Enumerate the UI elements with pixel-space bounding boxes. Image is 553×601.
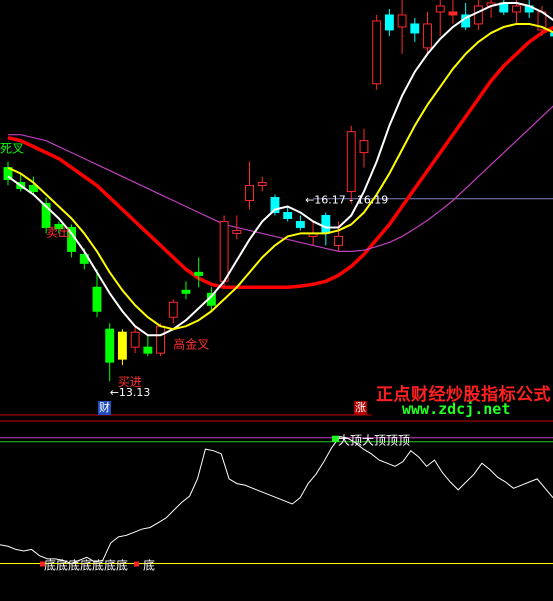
ma-line-red [7,25,553,290]
ma-line-yellow [7,22,553,331]
candle-body [372,20,382,85]
candle-body [92,286,102,312]
label-golden-cross: 高金叉 [173,336,209,351]
candle-body [321,214,331,234]
candle-body [397,14,407,28]
chart-canvas: 死叉卖出高金叉买进←13.13←16.17 - 16.19 大顶大顶顶顶底底底底… [0,0,553,573]
candle-body [219,220,229,282]
candle-body [130,331,140,348]
label-top: 大顶大顶顶顶 [338,434,410,448]
candle-body [423,23,432,49]
ma-line-white [7,1,553,337]
bottom-marker [40,561,45,567]
label-bottom-2: 底 [143,558,155,573]
candle-body [283,211,293,219]
candle-body [448,11,458,16]
candle-body [105,328,115,363]
label-dead-cross: 死叉 [0,142,24,156]
candle-body [156,325,165,354]
candle-body [334,235,343,246]
badge-zhang: 涨 [354,401,367,415]
bottom-marker [134,561,139,567]
badge-cai: 财 [98,401,111,415]
candle-body [181,289,191,294]
candle-body [435,5,445,13]
candle-body [346,131,356,193]
candle-body [117,331,127,360]
watermark: 正点财经炒股指标公式 www.zdcj.net [372,378,553,420]
label-price-range: ←16.17 - 16.19 [305,194,388,207]
label-bottom: 底底底底底底底 [44,558,128,573]
label-sell: 卖出 [46,225,70,239]
candle-body [295,220,305,228]
candle-body [168,301,178,318]
candle-body [194,271,204,276]
candle-body [257,182,267,187]
watermark-url: www.zdcj.net [402,400,511,418]
label-low-price: ←13.13 [110,386,151,399]
indicator-panel: 大顶大顶顶顶底底底底底底底底 [0,434,553,573]
candle-body [384,14,394,31]
candle-body [473,5,483,25]
ma-line-magenta [8,105,553,252]
candle-body [410,23,420,34]
candle-body [245,185,254,202]
candlestick-panel: 死叉卖出高金叉买进←13.13←16.17 - 16.19 [0,0,553,399]
candle-body [359,140,369,154]
candle-body [143,346,153,354]
candle-body [512,5,521,13]
candle-body [232,229,242,234]
indicator-line [0,436,553,565]
